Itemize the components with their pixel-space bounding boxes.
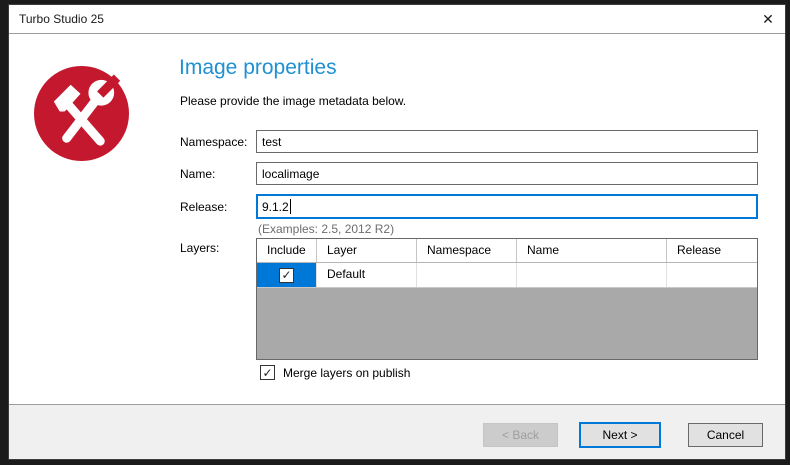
release-label: Release: — [180, 200, 228, 214]
checkmark-icon: ✓ — [262, 365, 273, 380]
column-header-namespace[interactable]: Namespace — [417, 239, 517, 262]
column-header-name[interactable]: Name — [517, 239, 667, 262]
name-cell[interactable] — [517, 263, 667, 287]
merge-layers-label: Merge layers on publish — [283, 365, 411, 380]
include-cell: ✓ — [257, 263, 317, 287]
dialog-footer: < Back Next > Cancel — [9, 404, 785, 459]
checkmark-icon: ✓ — [281, 268, 292, 282]
merge-layers-option[interactable]: ✓ Merge layers on publish — [260, 365, 410, 380]
include-checkbox[interactable]: ✓ — [279, 267, 294, 283]
layers-label: Layers: — [180, 241, 220, 255]
next-button[interactable]: Next > — [579, 422, 661, 448]
layers-table-header: Include Layer Namespace Name Release — [257, 239, 757, 263]
title-bar: Turbo Studio 25 ✕ — [9, 5, 785, 34]
close-icon[interactable]: ✕ — [751, 5, 785, 33]
name-field[interactable] — [256, 162, 758, 185]
column-header-include[interactable]: Include — [257, 239, 317, 262]
column-header-layer[interactable]: Layer — [317, 239, 417, 262]
table-row: ✓ Default — [257, 263, 757, 288]
layer-cell[interactable]: Default — [317, 263, 417, 287]
page-subtitle: Please provide the image metadata below. — [180, 94, 407, 108]
tools-hammer-wrench-icon — [34, 66, 129, 161]
release-field[interactable]: 9.1.2 — [256, 194, 758, 219]
release-field-value: 9.1.2 — [262, 199, 289, 214]
release-hint: (Examples: 2.5, 2012 R2) — [258, 222, 395, 236]
page-title: Image properties — [179, 56, 337, 79]
merge-layers-checkbox[interactable]: ✓ — [260, 365, 275, 380]
namespace-cell[interactable] — [417, 263, 517, 287]
back-button: < Back — [483, 423, 558, 447]
namespace-field[interactable] — [256, 130, 758, 153]
release-cell[interactable] — [667, 263, 757, 287]
text-caret — [289, 199, 291, 214]
column-header-release[interactable]: Release — [667, 239, 757, 262]
layers-table: Include Layer Namespace Name Release ✓ D… — [256, 238, 758, 360]
wizard-dialog: Turbo Studio 25 ✕ Image properties Pleas… — [8, 4, 786, 460]
cancel-button[interactable]: Cancel — [688, 423, 763, 447]
window-title: Turbo Studio 25 — [19, 12, 104, 26]
namespace-label: Namespace: — [180, 135, 248, 149]
name-label: Name: — [180, 167, 216, 181]
